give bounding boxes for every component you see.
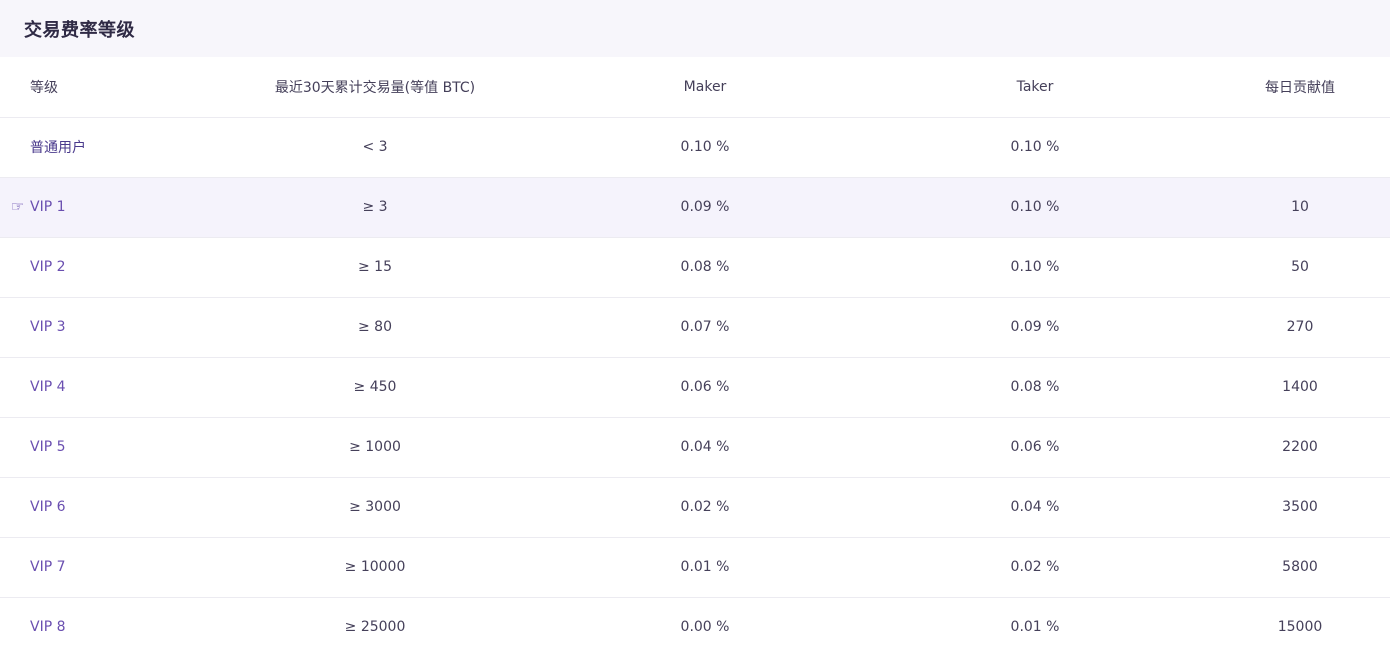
maker-cell: 0.06 % (550, 357, 860, 418)
volume-cell: ≥ 450 (200, 357, 550, 418)
volume-cell: ≥ 3000 (200, 477, 550, 538)
volume-cell: ≥ 80 (200, 297, 550, 358)
daily-cell: 1400 (1210, 357, 1390, 418)
hand-pointer-icon: ☞ (11, 197, 25, 216)
table-row-current: ☞ VIP 1 ≥ 3 0.09 % 0.10 % 10 (0, 177, 1390, 238)
maker-cell: 0.04 % (550, 417, 860, 478)
level-cell: VIP 2 (0, 237, 200, 298)
volume-cell: ≥ 1000 (200, 417, 550, 478)
level-cell: VIP 8 (0, 597, 200, 657)
table-row: VIP 3 ≥ 80 0.07 % 0.09 % 270 (0, 297, 1390, 358)
daily-cell: 10 (1210, 177, 1390, 238)
volume-cell: < 3 (200, 117, 550, 178)
table-row: VIP 5 ≥ 1000 0.04 % 0.06 % 2200 (0, 417, 1390, 478)
taker-cell: 0.10 % (860, 177, 1210, 238)
volume-cell: ≥ 10000 (200, 537, 550, 598)
taker-cell: 0.10 % (860, 237, 1210, 298)
panel-header: 交易费率等级 (0, 0, 1390, 57)
maker-cell: 0.09 % (550, 177, 860, 238)
volume-cell: ≥ 25000 (200, 597, 550, 657)
header-volume: 最近30天累计交易量(等值 BTC) (200, 57, 550, 118)
taker-cell: 0.06 % (860, 417, 1210, 478)
header-maker: Maker (550, 57, 860, 118)
table-row: VIP 4 ≥ 450 0.06 % 0.08 % 1400 (0, 357, 1390, 418)
daily-cell: 2200 (1210, 417, 1390, 478)
maker-cell: 0.00 % (550, 597, 860, 657)
level-cell: VIP 4 (0, 357, 200, 418)
table-row: VIP 7 ≥ 10000 0.01 % 0.02 % 5800 (0, 537, 1390, 598)
level-cell: VIP 7 (0, 537, 200, 598)
volume-cell: ≥ 15 (200, 237, 550, 298)
taker-cell: 0.09 % (860, 297, 1210, 358)
maker-cell: 0.02 % (550, 477, 860, 538)
maker-cell: 0.01 % (550, 537, 860, 598)
level-cell: ☞ VIP 1 (0, 177, 200, 238)
maker-cell: 0.08 % (550, 237, 860, 298)
fee-rate-panel: 交易费率等级 等级 最近30天累计交易量(等值 BTC) Maker Taker… (0, 0, 1390, 657)
header-taker: Taker (860, 57, 1210, 118)
table-row: VIP 8 ≥ 25000 0.00 % 0.01 % 15000 (0, 597, 1390, 657)
header-daily: 每日贡献值 (1210, 57, 1390, 118)
daily-cell: 50 (1210, 237, 1390, 298)
table-header-row: 等级 最近30天累计交易量(等值 BTC) Maker Taker 每日贡献值 (0, 57, 1390, 118)
level-cell: 普通用户 (0, 117, 200, 178)
level-cell: VIP 5 (0, 417, 200, 478)
daily-cell (1210, 117, 1390, 178)
header-level: 等级 (0, 57, 200, 118)
daily-cell: 15000 (1210, 597, 1390, 657)
table-row: VIP 6 ≥ 3000 0.02 % 0.04 % 3500 (0, 477, 1390, 538)
taker-cell: 0.02 % (860, 537, 1210, 598)
table-row: 普通用户 < 3 0.10 % 0.10 % (0, 117, 1390, 178)
daily-cell: 270 (1210, 297, 1390, 358)
taker-cell: 0.10 % (860, 117, 1210, 178)
table-row: VIP 2 ≥ 15 0.08 % 0.10 % 50 (0, 237, 1390, 298)
panel-title: 交易费率等级 (24, 19, 135, 41)
level-cell: VIP 6 (0, 477, 200, 538)
taker-cell: 0.04 % (860, 477, 1210, 538)
maker-cell: 0.10 % (550, 117, 860, 178)
volume-cell: ≥ 3 (200, 177, 550, 238)
taker-cell: 0.01 % (860, 597, 1210, 657)
fee-rate-table: 等级 最近30天累计交易量(等值 BTC) Maker Taker 每日贡献值 … (0, 57, 1390, 657)
daily-cell: 5800 (1210, 537, 1390, 598)
taker-cell: 0.08 % (860, 357, 1210, 418)
level-label: VIP 1 (30, 199, 66, 215)
maker-cell: 0.07 % (550, 297, 860, 358)
level-cell: VIP 3 (0, 297, 200, 358)
daily-cell: 3500 (1210, 477, 1390, 538)
